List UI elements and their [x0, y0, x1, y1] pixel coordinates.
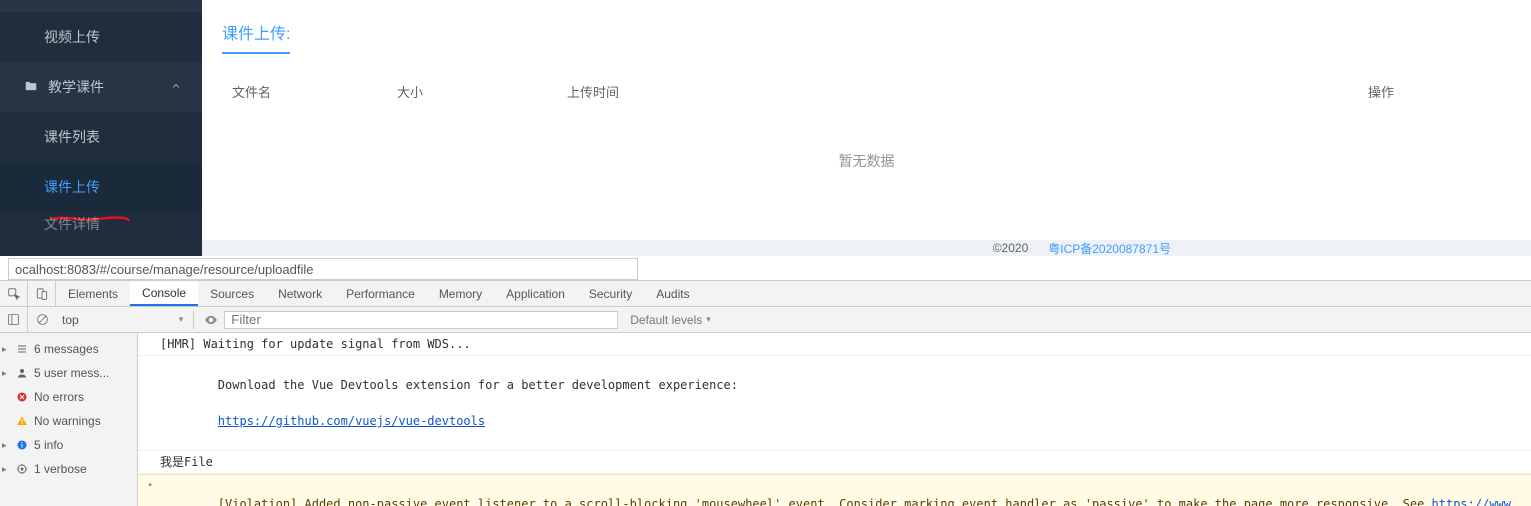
- folder-icon: [24, 79, 38, 96]
- file-table: 文件名 大小 上传时间 操作 暂无数据: [222, 70, 1511, 209]
- devtools-tabbar: Elements Console Sources Network Perform…: [0, 281, 1531, 307]
- side-warnings[interactable]: No warnings: [0, 409, 137, 433]
- col-operation: 操作: [1251, 82, 1511, 101]
- sidebar-group-courseware[interactable]: 教学课件: [0, 62, 202, 112]
- inspect-icon[interactable]: [0, 281, 28, 306]
- sidebar-item-cut[interactable]: [0, 0, 202, 12]
- footer: ©2020 粤ICP备2020087871号: [202, 240, 1531, 256]
- tab-audits[interactable]: Audits: [644, 281, 701, 306]
- sidebar-item-label: 视频上传: [44, 27, 100, 47]
- app-window: 视频上传 教学课件 课件列表 课件上传 文件详情 课件上传:: [0, 0, 1531, 256]
- side-verbose[interactable]: ▸ 1 verbose: [0, 457, 137, 481]
- log-line: Download the Vue Devtools extension for …: [138, 356, 1531, 451]
- info-icon: [14, 439, 30, 451]
- messages-icon: [14, 343, 30, 355]
- url-text: ocalhost:8083/#/course/manage/resource/u…: [15, 262, 313, 277]
- url-bar[interactable]: ocalhost:8083/#/course/manage/resource/u…: [8, 258, 638, 280]
- chevron-up-icon: [170, 79, 182, 95]
- tab-elements[interactable]: Elements: [56, 281, 130, 306]
- log-link[interactable]: https://github.com/vuejs/vue-devtools: [218, 414, 485, 428]
- sidebar-item-courseware-upload[interactable]: 课件上传: [0, 162, 202, 212]
- sidebar-item-courseware-list[interactable]: 课件列表: [0, 112, 202, 162]
- tab-performance[interactable]: Performance: [334, 281, 427, 306]
- sidebar-item-video-upload[interactable]: 视频上传: [0, 12, 202, 62]
- console-output: [HMR] Waiting for update signal from WDS…: [138, 333, 1531, 506]
- sidebar-item-label: 教学课件: [48, 77, 170, 97]
- side-messages[interactable]: ▸ 6 messages: [0, 337, 137, 361]
- live-expression-icon[interactable]: [198, 313, 224, 327]
- device-icon[interactable]: [28, 281, 56, 306]
- tab-security[interactable]: Security: [577, 281, 644, 306]
- context-selector[interactable]: top: [56, 313, 189, 327]
- filter-input[interactable]: [224, 311, 618, 329]
- user-icon: [14, 367, 30, 379]
- tab-memory[interactable]: Memory: [427, 281, 494, 306]
- log-line: [HMR] Waiting for update signal from WDS…: [138, 333, 1531, 356]
- main-content: 课件上传: 文件名 大小 上传时间 操作 暂无数据: [202, 0, 1531, 256]
- icp-link[interactable]: 粤ICP备2020087871号: [1048, 240, 1171, 257]
- col-uploadtime: 上传时间: [567, 82, 1251, 101]
- error-icon: [14, 391, 30, 403]
- sidebar-toggle-icon[interactable]: [0, 307, 28, 332]
- tab-application[interactable]: Application: [494, 281, 577, 306]
- side-info[interactable]: ▸ 5 info: [0, 433, 137, 457]
- page-title: 课件上传:: [222, 20, 290, 54]
- sidebar: 视频上传 教学课件 课件列表 课件上传 文件详情: [0, 0, 202, 256]
- log-levels-selector[interactable]: Default levels: [630, 313, 711, 327]
- table-header: 文件名 大小 上传时间 操作: [222, 70, 1511, 113]
- clear-console-icon[interactable]: [28, 307, 56, 332]
- sidebar-item-file-detail[interactable]: 文件详情: [0, 212, 202, 236]
- console-sidebar: ▸ 6 messages ▸ 5 user mess... No errors …: [0, 333, 138, 506]
- side-user-messages[interactable]: ▸ 5 user mess...: [0, 361, 137, 385]
- devtools-panel: Elements Console Sources Network Perform…: [0, 280, 1531, 506]
- table-empty: 暂无数据: [222, 113, 1511, 209]
- warning-icon: [14, 415, 30, 427]
- console-filterbar: top Default levels: [0, 307, 1531, 333]
- sidebar-item-label: 文件详情: [44, 214, 100, 234]
- col-size: 大小: [397, 82, 567, 101]
- col-filename: 文件名: [222, 82, 397, 101]
- log-line: 我是File: [138, 451, 1531, 474]
- tab-console[interactable]: Console: [130, 281, 198, 306]
- sidebar-item-label: 课件列表: [44, 127, 100, 147]
- verbose-icon: [14, 463, 30, 475]
- sidebar-item-label: 课件上传: [44, 177, 100, 197]
- log-violation: [Violation] Added non-passive event list…: [138, 474, 1531, 506]
- tab-network[interactable]: Network: [266, 281, 334, 306]
- tab-sources[interactable]: Sources: [198, 281, 266, 306]
- side-errors[interactable]: No errors: [0, 385, 137, 409]
- copyright: ©2020: [993, 241, 1029, 255]
